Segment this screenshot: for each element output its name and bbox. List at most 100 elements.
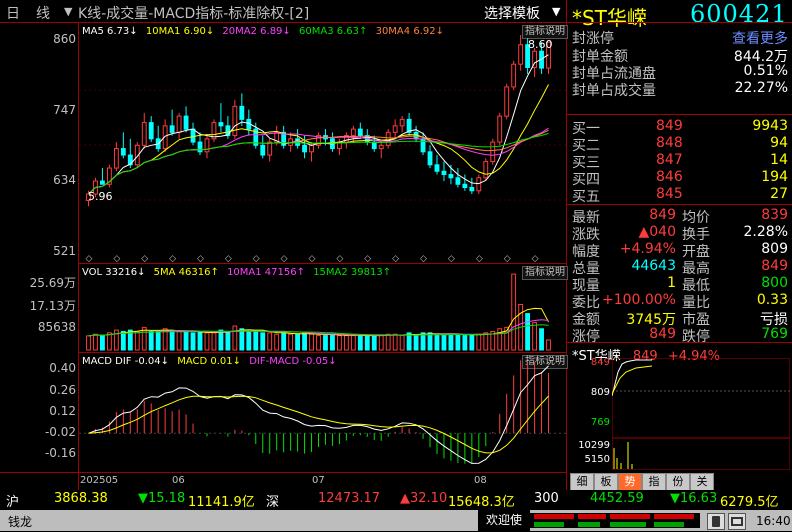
side-tab[interactable]: 关 [690,473,714,491]
candle-body [476,177,482,192]
candle-body [120,148,126,156]
volume-bar [385,333,391,351]
volume-bar [106,332,112,351]
rp-divider [567,342,792,343]
candle-body [392,125,398,133]
stat-value: 0.33 [756,292,788,308]
candle-body [434,164,440,172]
sz-amount: 15648.3亿 [448,495,515,510]
stat-value: ▲040 [638,224,677,240]
volume-bar [378,335,384,351]
bid-row[interactable]: 买三 847 14 [572,152,790,171]
sh-amount: 11141.9亿 [188,495,255,510]
status-bar: 钱龙 欢迎使 16:40 [0,510,792,531]
bid-volume: 194 [761,169,788,185]
quote-stat-row: 金额 3745万 市盈 亏损 [572,309,790,328]
bid-price: 846 [656,169,683,185]
template-chevron-icon[interactable]: ▼ [552,5,560,18]
volume-bar [260,332,266,351]
side-tab[interactable]: 细 [570,473,594,491]
intraday-mini-chart[interactable] [612,358,790,470]
xaxis-label: 202505 [80,475,119,486]
volume-bar [316,335,321,351]
candle-body [399,118,405,127]
candle-body [295,138,301,146]
period-label-2[interactable]: 线 [36,3,50,23]
candle-body [420,138,426,153]
candle-body [350,128,356,137]
volume-chart[interactable] [79,264,566,352]
candlestick-chart[interactable]: ◇ ◇ ◇ ◇ ◇ ◇ ◇ ◇ ◇ ◇ ◇ ◇ ◇ ◇ ◇ ◇ ◇ [79,23,566,263]
candle-body [239,105,245,120]
stat-value: 800 [761,275,788,291]
side-tab[interactable]: 板 [594,473,618,491]
strength-bar [654,522,684,527]
welcome-text: 欢迎使 [485,513,522,527]
stat-label: 跌停 [682,329,710,345]
phone-icon[interactable] [707,513,725,530]
diamond-marker: ◇ [85,254,92,263]
side-tab[interactable]: 份 [666,473,690,491]
xaxis-divider [0,472,566,473]
bid-label: 买五 [572,189,600,205]
volume-bar [330,333,335,351]
volume-bar [350,335,356,351]
strength-bar [610,514,650,519]
candle-body [148,122,154,140]
volume-bar [232,325,238,351]
quote-stat-row: 现量 1 最低 800 [572,275,790,294]
candle-body [371,141,377,150]
mini-vol-tick: 10299 [578,440,610,451]
candle-body [260,144,266,156]
volume-bar [364,335,370,351]
view-more-link[interactable]: 查看更多 [732,28,788,48]
xaxis-label: 07 [312,475,325,486]
bid-volume: 14 [770,152,788,168]
volume-ytick: 85638 [37,320,76,334]
stat-value: 839 [761,207,788,223]
macd-ytick: 0.26 [49,383,76,397]
diamond-marker: ◇ [448,254,455,263]
message-icon[interactable] [728,513,746,530]
candle-body [232,105,238,137]
template-select-button[interactable]: 选择模板 [484,3,540,23]
sz-index: 12473.17 [318,491,381,506]
app-name: 钱龙 [8,515,33,529]
diamond-marker: ◇ [309,254,316,263]
volume-bar [399,335,405,351]
diamond-marker: ◇ [364,254,371,263]
volume-bar [392,333,398,351]
side-tab[interactable]: 势 [618,473,642,491]
bid-volume: 27 [770,186,788,202]
diamond-marker: ◇ [253,254,260,263]
volume-bar [441,333,447,351]
volume-bar [462,335,468,351]
stat-value: 849 [649,326,676,342]
volume-bar [239,328,245,351]
candle-body [357,128,363,137]
diamond-marker: ◇ [169,254,176,263]
seal-float-row: 封单占流通盘 0.51% [572,63,790,82]
volume-bar [148,330,154,351]
volume-bar [525,313,531,351]
quote-stat-row: 涨跌 ▲040 换手 2.28% [572,224,790,243]
stat-value: +4.94% [619,241,676,257]
cy-amount: 6279.5亿 [720,495,779,510]
price-ytick: 521 [53,244,76,258]
volume-bar [176,330,182,351]
bid-volume: 9943 [752,118,788,134]
bid-row[interactable]: 买五 845 27 [572,186,790,205]
candle-body [469,187,475,192]
sh-change: ▼15.18 [138,491,186,506]
macd-chart[interactable] [79,353,566,472]
period-label[interactable]: 日 [6,3,20,23]
macd-ytick: -0.16 [44,446,76,460]
chevron-down-icon[interactable]: ▼ [64,5,72,18]
chart-layout-title[interactable]: K线-成交量-MACD指标-标准除权-[2] [78,3,309,23]
volume-bar [134,330,140,351]
bid-row[interactable]: 买一 849 9943 [572,118,790,137]
side-tab[interactable]: 指 [642,473,666,491]
bid-row[interactable]: 买四 846 194 [572,169,790,188]
volume-bar [336,335,342,351]
bid-row[interactable]: 买二 848 94 [572,135,790,154]
